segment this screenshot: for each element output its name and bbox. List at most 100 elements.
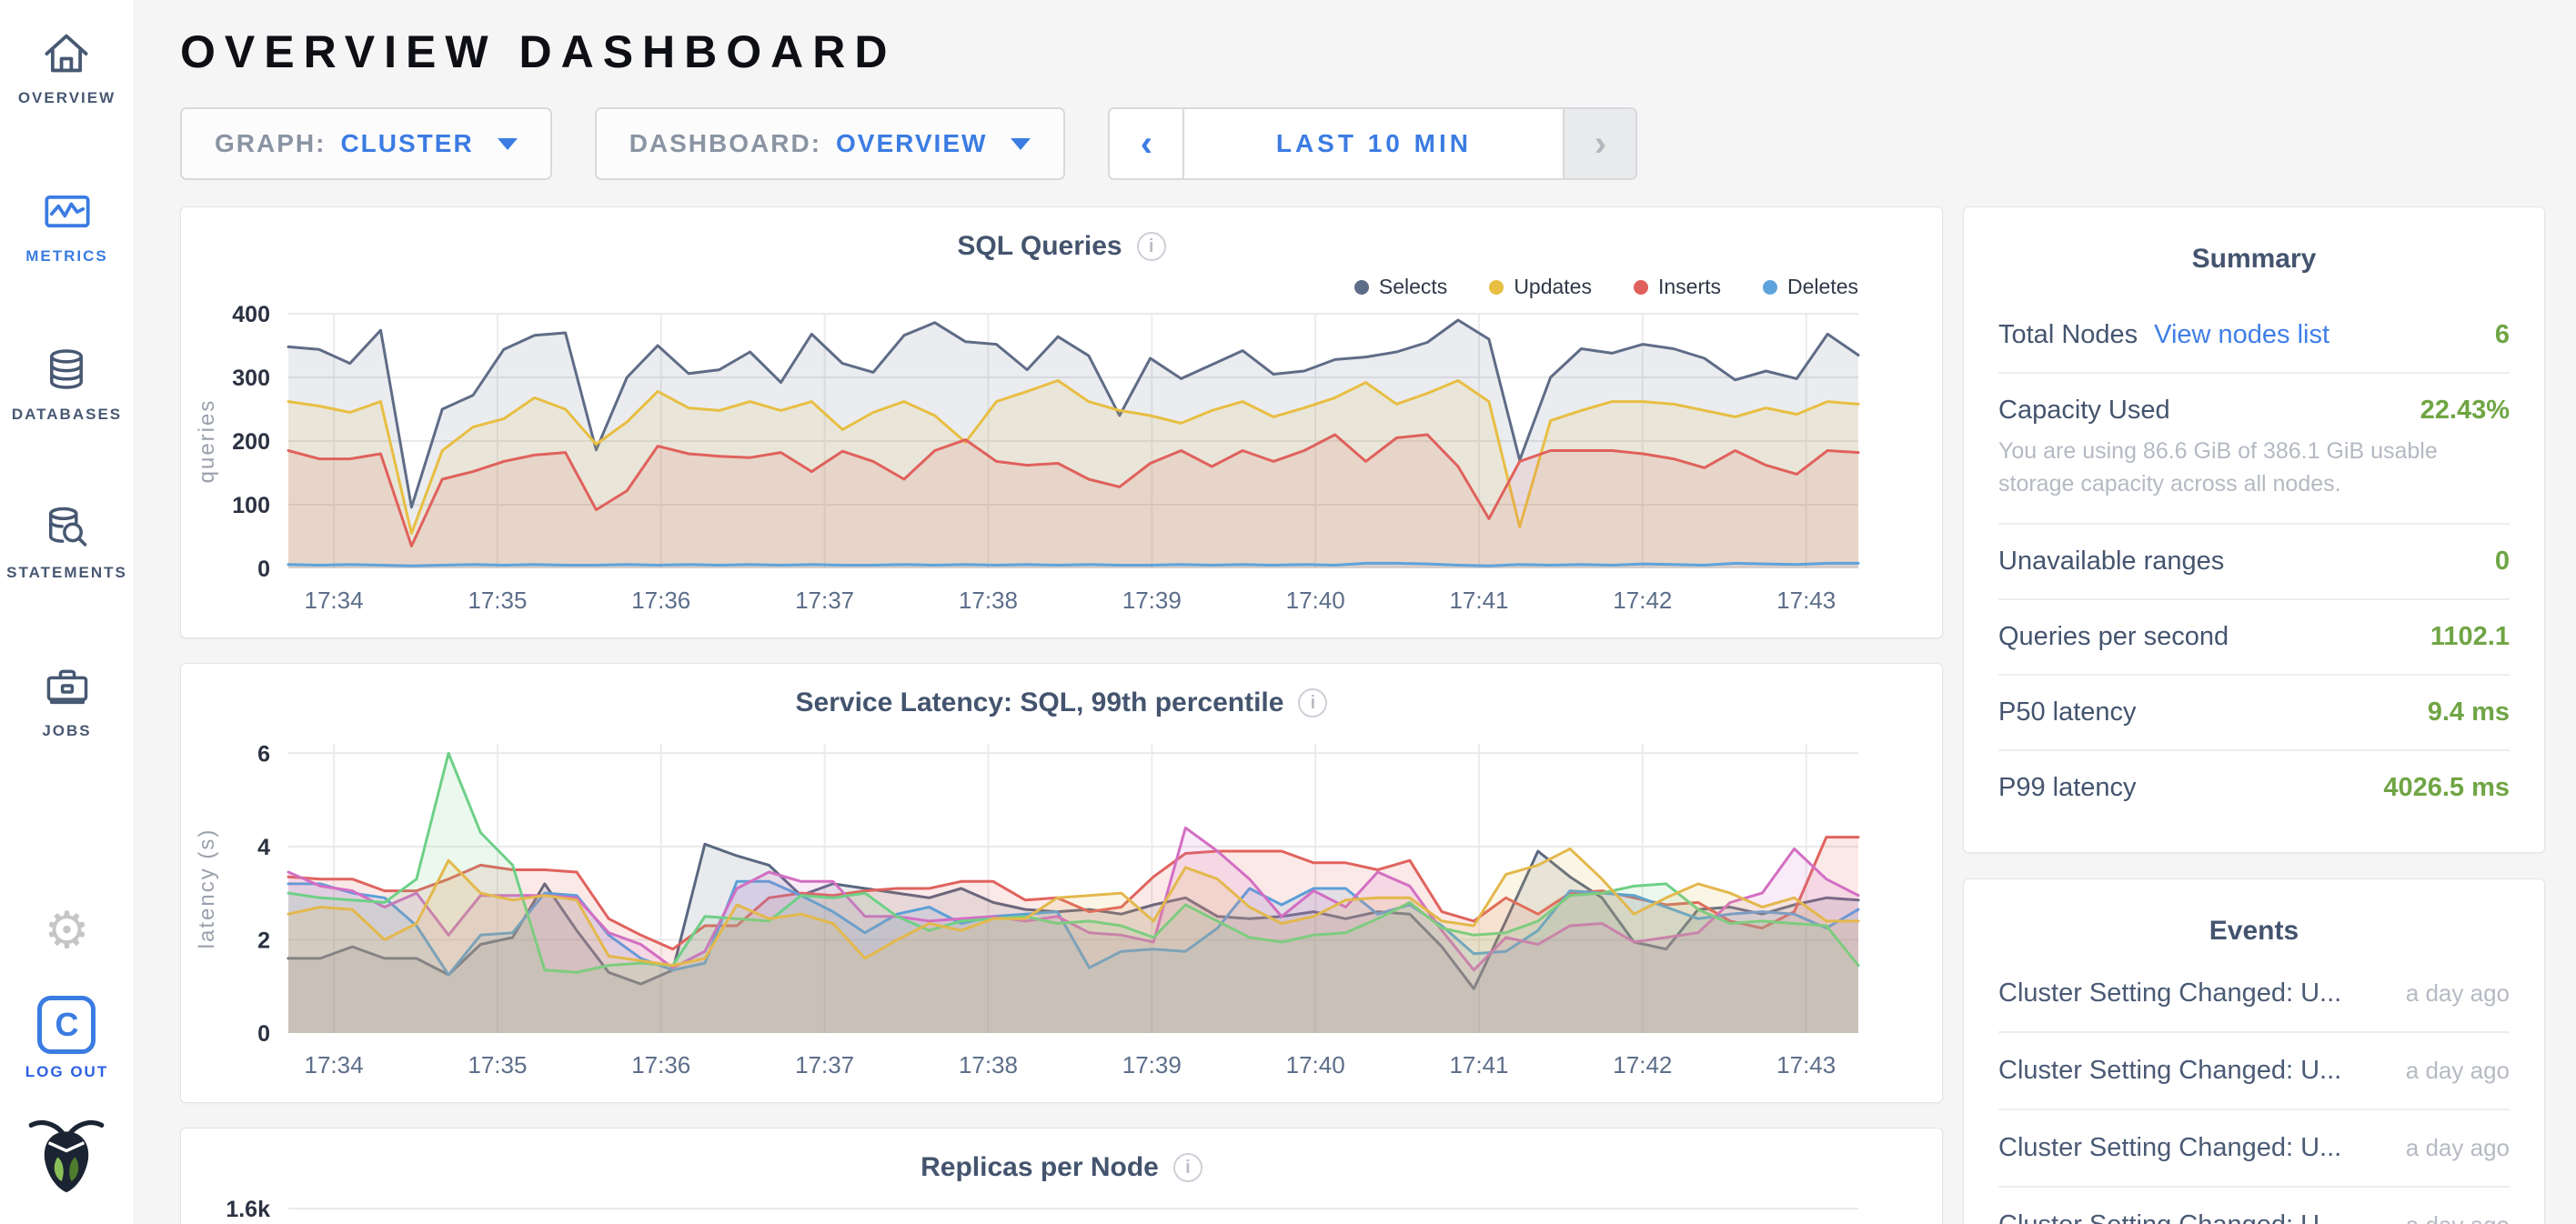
svg-text:0: 0 xyxy=(257,1021,270,1047)
legend-item: Deletes xyxy=(1763,275,1858,299)
sidebar-item-label: JOBS xyxy=(42,722,91,740)
svg-text:17:42: 17:42 xyxy=(1613,587,1672,614)
event-link[interactable]: Cluster Setting Changed: U... xyxy=(1998,978,2341,1008)
svg-text:17:40: 17:40 xyxy=(1286,1051,1345,1079)
graph-dropdown-label: GRAPH: xyxy=(215,129,326,158)
svg-text:300: 300 xyxy=(232,366,270,391)
sidebar-item-metrics[interactable]: METRICS xyxy=(25,186,108,266)
sidebar-bottom: ⚙ C LOG OUT xyxy=(25,905,108,1200)
svg-text:17:39: 17:39 xyxy=(1122,1051,1182,1079)
svg-text:queries: queries xyxy=(195,399,219,484)
sidebar-item-statements[interactable]: STATEMENTS xyxy=(6,502,127,582)
info-icon[interactable]: i xyxy=(1137,232,1166,261)
chevron-right-icon: › xyxy=(1595,124,1606,165)
service-latency-chart[interactable]: 17:3417:3517:3617:3717:3817:3917:4017:41… xyxy=(181,731,1942,1086)
svg-text:17:38: 17:38 xyxy=(959,1051,1018,1079)
chart-legend: Selects Updates Inserts Deletes xyxy=(181,275,1858,299)
time-range-prev-button[interactable]: ‹ xyxy=(1110,109,1182,178)
event-row: Cluster Setting Changed: U... a day ago xyxy=(1998,1188,2510,1224)
p99-latency-value: 4026.5 ms xyxy=(2383,773,2510,803)
chart-title: Replicas per Node xyxy=(921,1152,1159,1183)
event-link[interactable]: Cluster Setting Changed: U... xyxy=(1998,1056,2341,1086)
graph-dropdown[interactable]: GRAPH: CLUSTER xyxy=(180,107,552,180)
settings-button[interactable]: ⚙ xyxy=(44,905,89,956)
sidebar-item-label: OVERVIEW xyxy=(18,89,116,107)
event-row: Cluster Setting Changed: U... a day ago xyxy=(1998,1033,2510,1110)
logout-c-icon: C xyxy=(37,996,96,1054)
info-icon[interactable]: i xyxy=(1298,688,1327,717)
svg-text:17:43: 17:43 xyxy=(1776,587,1836,614)
svg-text:17:35: 17:35 xyxy=(468,587,527,614)
svg-text:200: 200 xyxy=(232,429,270,455)
svg-text:latency (s): latency (s) xyxy=(195,828,219,949)
capacity-used-value: 22.43% xyxy=(2420,396,2510,426)
unavailable-ranges-value: 0 xyxy=(2495,547,2510,577)
time-range-next-button[interactable]: › xyxy=(1565,109,1635,178)
event-row: Cluster Setting Changed: U... a day ago xyxy=(1998,1110,2510,1188)
svg-text:17:36: 17:36 xyxy=(631,587,690,614)
charts-column: SQL Queries i Selects Updates Inserts xyxy=(180,206,1943,1224)
dashboard-dropdown[interactable]: DASHBOARD: OVERVIEW xyxy=(595,107,1066,180)
cockroach-logo-icon xyxy=(26,1112,106,1200)
svg-text:4: 4 xyxy=(257,835,270,860)
total-nodes-value: 6 xyxy=(2495,320,2510,350)
event-time: a day ago xyxy=(2406,1134,2510,1162)
sidebar-item-label: METRICS xyxy=(25,247,108,266)
summary-row-p50: P50 latency 9.4 ms xyxy=(1998,674,2510,749)
time-range-selector: ‹ LAST 10 MIN › xyxy=(1108,107,1637,180)
sidebar: OVERVIEW METRICS DATABASES xyxy=(0,0,135,1224)
event-link[interactable]: Cluster Setting Changed: U... xyxy=(1998,1210,2341,1224)
controls-bar: GRAPH: CLUSTER DASHBOARD: OVERVIEW ‹ LAS… xyxy=(180,107,2576,180)
event-time: a day ago xyxy=(2406,1211,2510,1224)
replicas-per-node-card: Replicas per Node i 1.6k xyxy=(180,1128,1943,1224)
summary-panel: Summary Total Nodes View nodes list 6 Ca… xyxy=(1963,206,2545,853)
event-row: Cluster Setting Changed: U... a day ago xyxy=(1998,956,2510,1033)
replicas-per-node-chart[interactable]: 1.6k xyxy=(181,1196,1942,1224)
chevron-down-icon xyxy=(1011,138,1031,150)
sidebar-item-databases[interactable]: DATABASES xyxy=(12,344,122,424)
logout-button[interactable]: C LOG OUT xyxy=(25,996,108,1081)
right-column: Summary Total Nodes View nodes list 6 Ca… xyxy=(1963,206,2545,1224)
app-root: OVERVIEW METRICS DATABASES xyxy=(0,0,2576,1224)
sidebar-item-label: STATEMENTS xyxy=(6,564,127,582)
summary-row-unavailable-ranges: Unavailable ranges 0 xyxy=(1998,523,2510,598)
dashboard-dropdown-value: OVERVIEW xyxy=(836,129,987,158)
svg-text:17:34: 17:34 xyxy=(305,587,364,614)
database-icon xyxy=(41,344,92,395)
view-nodes-list-link[interactable]: View nodes list xyxy=(2154,320,2329,350)
svg-text:17:39: 17:39 xyxy=(1122,587,1182,614)
svg-text:17:43: 17:43 xyxy=(1776,1051,1836,1079)
home-icon xyxy=(41,27,92,78)
svg-text:0: 0 xyxy=(257,557,270,582)
legend-item: Inserts xyxy=(1634,275,1721,299)
svg-text:17:34: 17:34 xyxy=(305,1051,364,1079)
events-panel: Events Cluster Setting Changed: U... a d… xyxy=(1963,878,2545,1224)
summary-row-p99: P99 latency 4026.5 ms xyxy=(1998,749,2510,825)
page-title: OVERVIEW DASHBOARD xyxy=(180,25,2576,78)
svg-text:17:42: 17:42 xyxy=(1613,1051,1672,1079)
sidebar-item-jobs[interactable]: JOBS xyxy=(42,660,93,740)
events-title: Events xyxy=(1998,916,2510,947)
svg-text:17:41: 17:41 xyxy=(1449,1051,1508,1079)
legend-item: Updates xyxy=(1489,275,1592,299)
svg-text:17:41: 17:41 xyxy=(1449,587,1508,614)
chevron-left-icon: ‹ xyxy=(1141,124,1152,165)
main-area: OVERVIEW DASHBOARD GRAPH: CLUSTER DASHBO… xyxy=(135,0,2576,1224)
info-icon[interactable]: i xyxy=(1173,1153,1202,1182)
svg-text:400: 400 xyxy=(232,302,270,327)
legend-dot-icon xyxy=(1763,280,1777,295)
time-range-value[interactable]: LAST 10 MIN xyxy=(1182,109,1565,178)
statements-icon xyxy=(41,502,92,553)
svg-text:17:38: 17:38 xyxy=(959,587,1018,614)
sidebar-item-overview[interactable]: OVERVIEW xyxy=(18,27,116,107)
p50-latency-value: 9.4 ms xyxy=(2428,697,2510,727)
event-time: a day ago xyxy=(2406,979,2510,1008)
sql-queries-chart[interactable]: 17:3417:3517:3617:3717:3817:3917:4017:41… xyxy=(181,301,1942,621)
event-link[interactable]: Cluster Setting Changed: U... xyxy=(1998,1133,2341,1163)
svg-text:17:36: 17:36 xyxy=(631,1051,690,1079)
svg-text:1.6k: 1.6k xyxy=(226,1197,270,1222)
sql-queries-card: SQL Queries i Selects Updates Inserts xyxy=(180,206,1943,638)
metrics-icon xyxy=(42,186,93,236)
legend-item: Selects xyxy=(1354,275,1447,299)
legend-dot-icon xyxy=(1354,280,1369,295)
